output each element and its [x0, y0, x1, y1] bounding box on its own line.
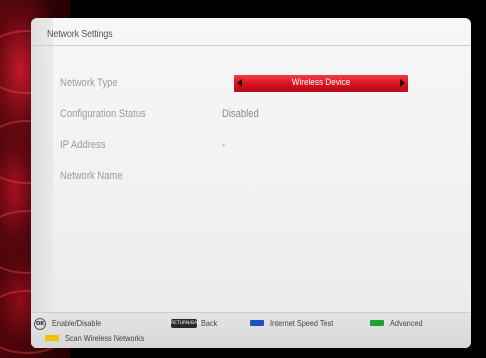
- legend-scan-wireless-networks-label: Scan Wireless Networks: [65, 333, 145, 343]
- network-type-label: Network Type: [60, 77, 118, 89]
- right-arrow-icon[interactable]: [400, 79, 405, 87]
- page-title: Network Settings: [47, 28, 113, 40]
- left-arrow-icon[interactable]: [237, 79, 242, 87]
- yellow-key-icon: [45, 335, 59, 341]
- footer-legend: OK Enable/Disable RETURN/BACK Back Inter…: [31, 312, 471, 348]
- network-name-label: Network Name: [60, 170, 123, 182]
- configuration-status-label: Configuration Status: [60, 108, 146, 120]
- blue-key-icon: [250, 320, 264, 326]
- ok-button-icon: OK: [34, 318, 46, 330]
- legend-advanced-label: Advanced: [390, 318, 423, 328]
- legend-back-label: Back: [201, 318, 218, 328]
- configuration-status-value: Disabled: [222, 108, 259, 120]
- panel-title-bar: Network Settings: [31, 18, 471, 46]
- ip-address-label: IP Address: [60, 139, 106, 151]
- green-key-icon: [370, 320, 384, 326]
- ip-address-value: -: [222, 139, 226, 151]
- legend-internet-speed-test-label: Internet Speed Test: [270, 318, 334, 328]
- row-network-name[interactable]: Network Name: [31, 168, 471, 188]
- tv-screen: Network Settings Network Type Wireless D…: [0, 0, 486, 358]
- network-settings-panel: Network Settings Network Type Wireless D…: [31, 18, 471, 348]
- row-network-type[interactable]: Network Type Wireless Device: [31, 75, 471, 95]
- row-ip-address[interactable]: IP Address -: [31, 137, 471, 157]
- row-configuration-status[interactable]: Configuration Status Disabled: [31, 106, 471, 126]
- network-type-value: Wireless Device: [291, 77, 351, 88]
- network-type-selector[interactable]: Wireless Device: [234, 75, 408, 92]
- legend-enable-disable-label: Enable/Disable: [52, 318, 102, 328]
- return-back-key-icon: RETURN/BACK: [171, 319, 204, 328]
